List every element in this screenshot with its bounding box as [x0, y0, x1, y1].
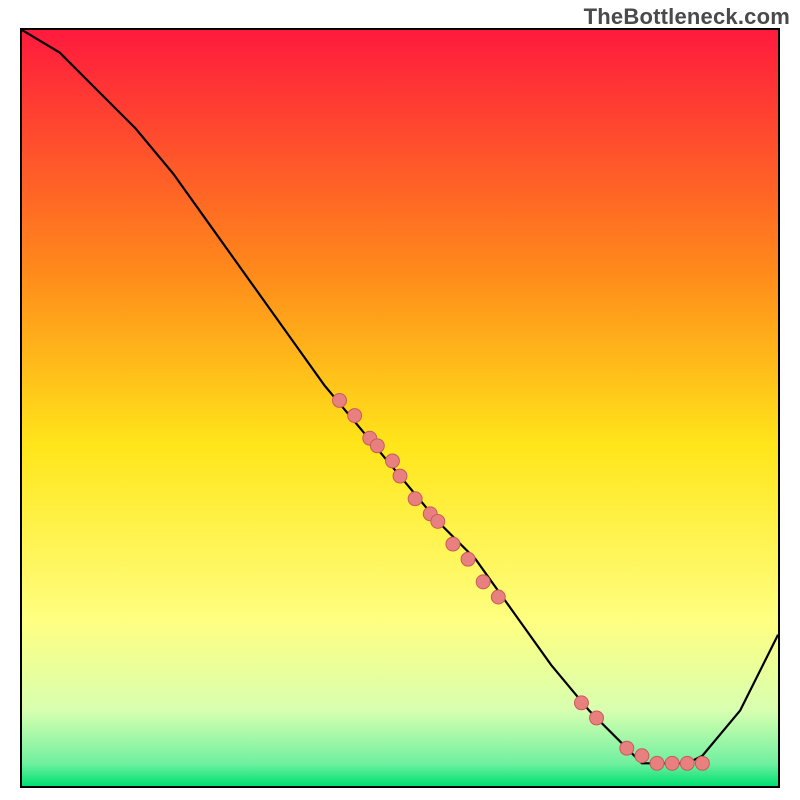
data-dot: [574, 696, 588, 710]
data-dot: [393, 469, 407, 483]
watermark-text: TheBottleneck.com: [584, 4, 790, 30]
data-dot: [385, 454, 399, 468]
data-dot: [348, 409, 362, 423]
data-dot: [590, 711, 604, 725]
data-dot: [695, 756, 709, 770]
data-dot: [680, 756, 694, 770]
chart-stage: TheBottleneck.com: [0, 0, 800, 800]
data-dot: [491, 590, 505, 604]
data-dot: [446, 537, 460, 551]
data-dot: [665, 756, 679, 770]
data-dot: [476, 575, 490, 589]
plot-svg: [22, 30, 778, 786]
data-dot: [635, 749, 649, 763]
data-dot: [650, 756, 664, 770]
data-dot: [461, 552, 475, 566]
gradient-background: [22, 30, 778, 786]
data-dot: [333, 393, 347, 407]
plot-frame: [20, 28, 780, 788]
data-dot: [620, 741, 634, 755]
data-dot: [370, 439, 384, 453]
data-dot: [408, 492, 422, 506]
data-dot: [431, 514, 445, 528]
